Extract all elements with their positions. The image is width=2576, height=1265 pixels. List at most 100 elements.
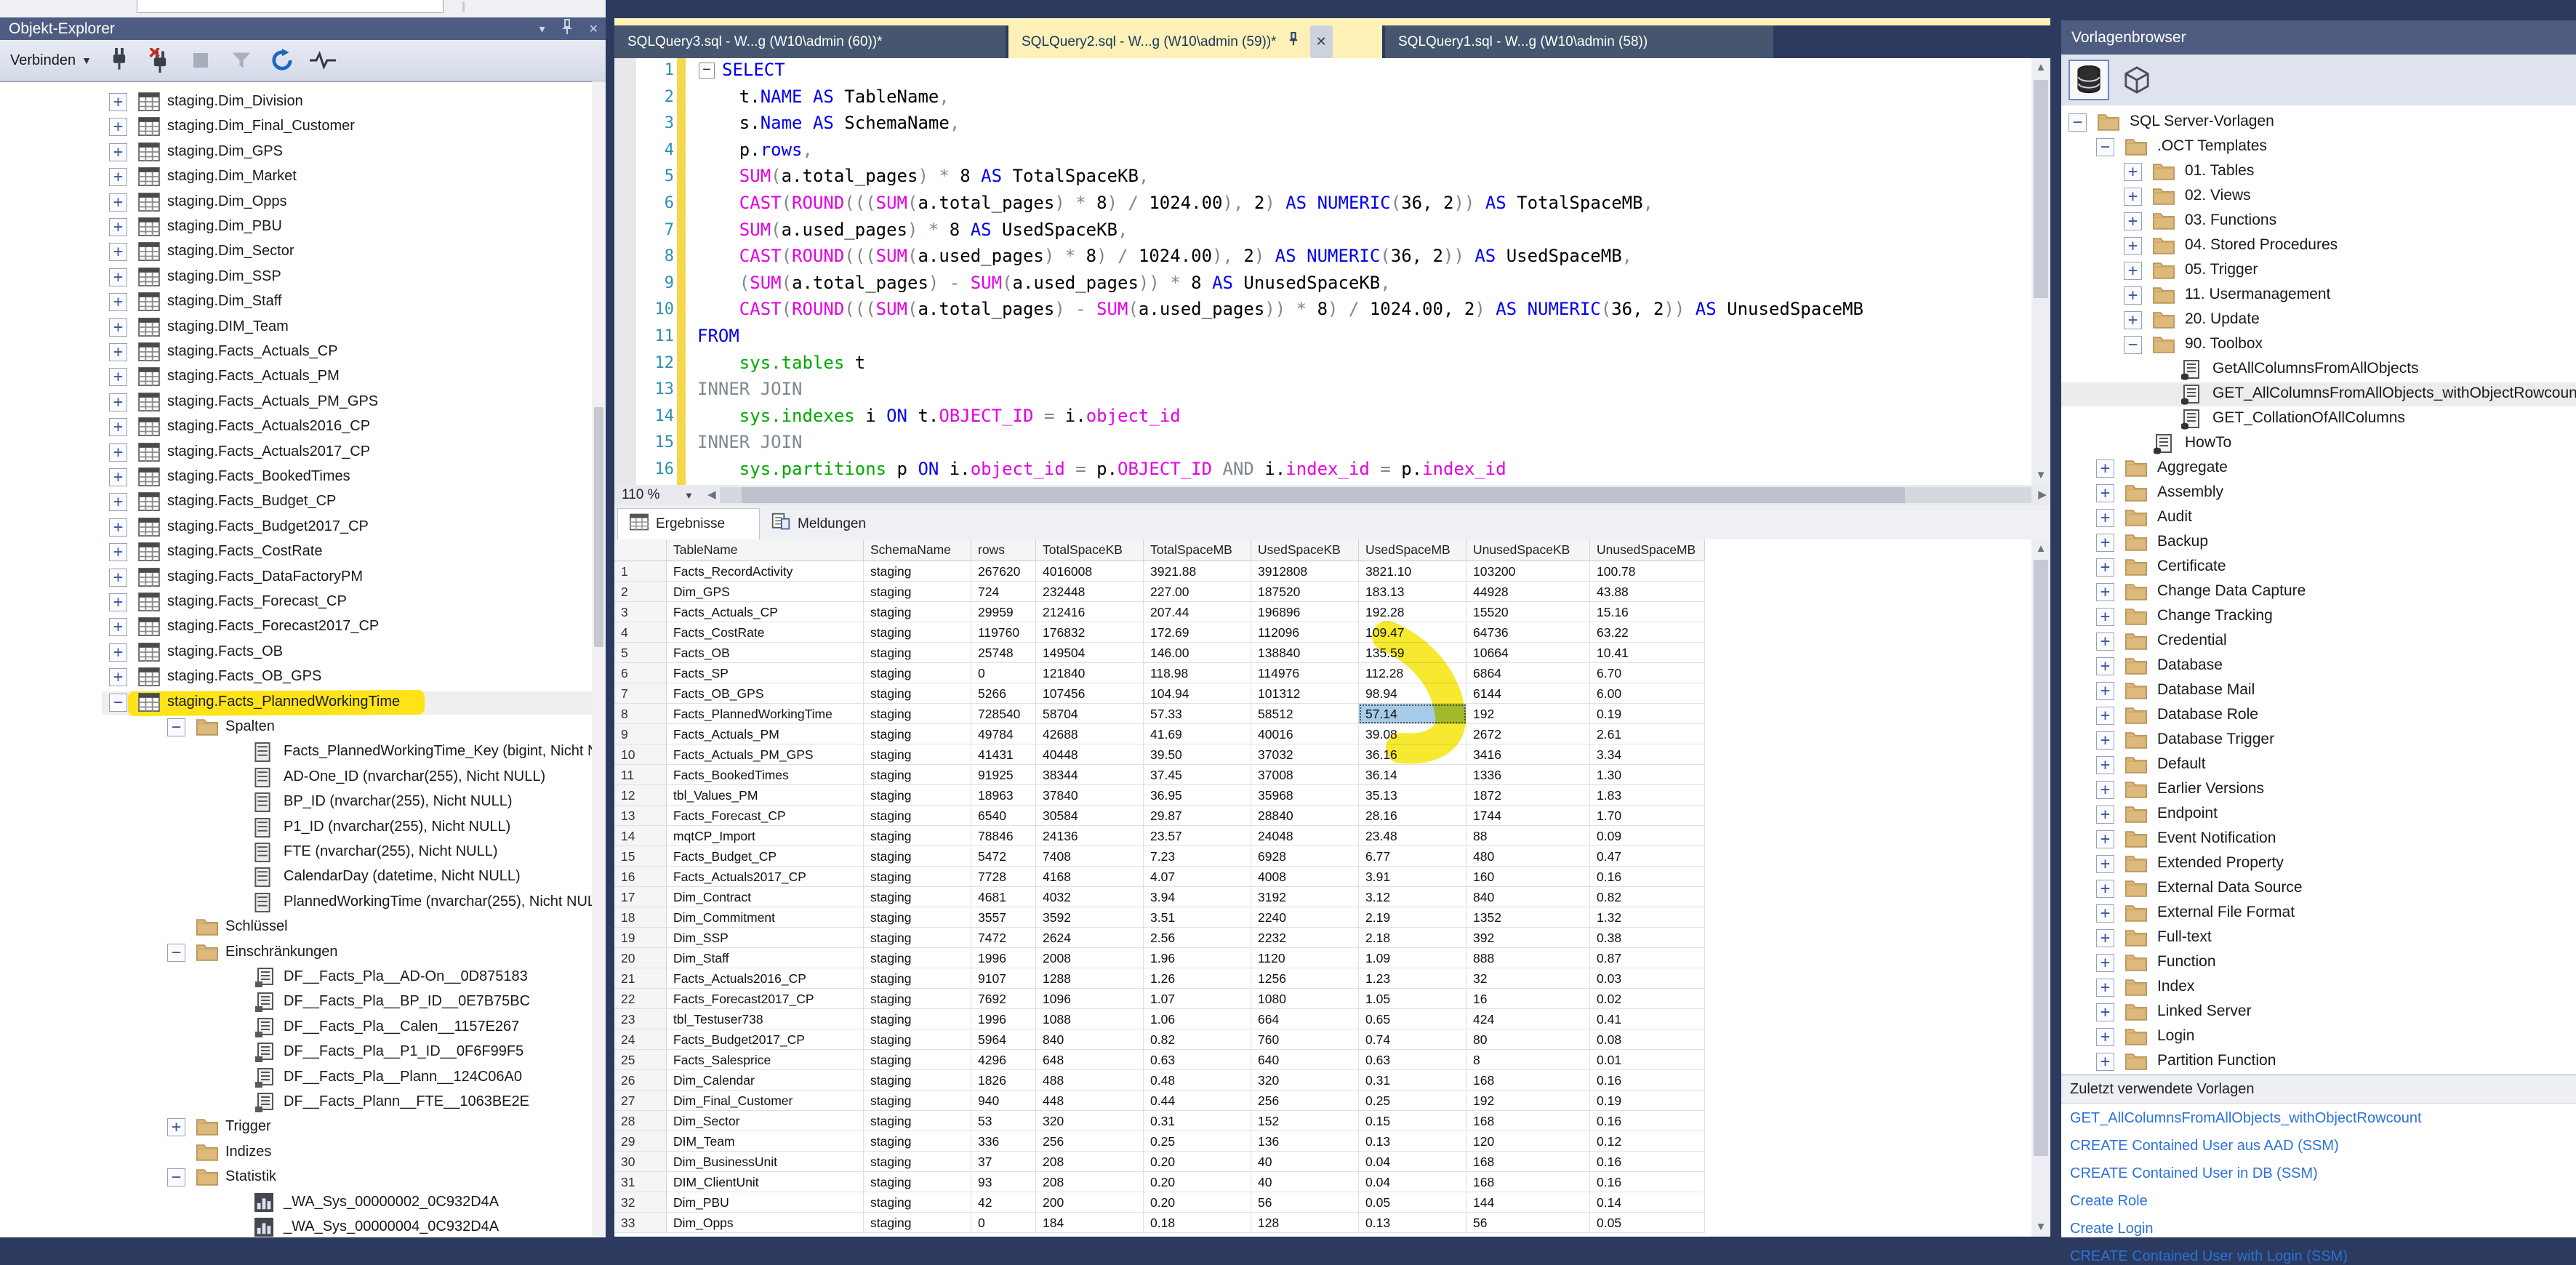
expand-plus-icon[interactable]: +	[167, 1118, 185, 1136]
grid-cell[interactable]: 227.00	[1144, 582, 1251, 602]
grid-cell[interactable]: 0.18	[1144, 1213, 1251, 1233]
grid-cell[interactable]: 10664	[1466, 643, 1590, 663]
grid-cell[interactable]: 44928	[1466, 582, 1590, 602]
grid-cell[interactable]: 1120	[1251, 948, 1359, 968]
grid-row-number[interactable]: 10	[614, 744, 667, 765]
grid-cell[interactable]: 6.00	[1590, 683, 1705, 704]
grid-cell[interactable]: 103200	[1466, 561, 1590, 582]
grid-cell[interactable]: 120	[1466, 1131, 1590, 1152]
tree-item[interactable]: DF__Facts_Plann__FTE__1063BE2E	[0, 1091, 606, 1115]
grid-cell[interactable]: 5964	[971, 1029, 1036, 1050]
tree-item[interactable]: −.OCT Templates	[2061, 136, 2576, 160]
grid-cell[interactable]: 0.09	[1590, 826, 1705, 846]
close-icon[interactable]: ✕	[1310, 25, 1333, 58]
grid-cell[interactable]: 2.19	[1359, 907, 1466, 928]
grid-cell[interactable]: 212416	[1036, 602, 1144, 622]
grid-cell[interactable]: staging	[864, 907, 971, 928]
grid-cell[interactable]: Facts_OB	[667, 643, 864, 663]
expand-plus-icon[interactable]: +	[2096, 682, 2114, 700]
expand-plus-icon[interactable]: +	[2096, 855, 2114, 873]
grid-cell[interactable]: staging	[864, 602, 971, 622]
grid-cell[interactable]: 78846	[971, 826, 1036, 846]
grid-cell[interactable]: 0.87	[1590, 948, 1705, 968]
grid-row-number[interactable]: 29	[614, 1131, 667, 1152]
grid-column-header[interactable]: UnusedSpaceMB	[1590, 539, 1705, 561]
grid-cell[interactable]: 39.08	[1359, 724, 1466, 744]
grid-cell[interactable]: Dim_BusinessUnit	[667, 1152, 864, 1172]
grid-cell[interactable]: 101312	[1251, 683, 1359, 704]
tree-item[interactable]: Facts_PlannedWorkingTime_Key (bigint, Ni…	[0, 741, 606, 765]
grid-cell[interactable]: 4168	[1036, 867, 1144, 887]
grid-cell[interactable]: 2008	[1036, 948, 1144, 968]
grid-cell[interactable]: 4008	[1251, 867, 1359, 887]
grid-cell[interactable]: 1352	[1466, 907, 1590, 928]
grid-cell[interactable]: 2.61	[1590, 724, 1705, 744]
grid-cell[interactable]: staging	[864, 561, 971, 582]
grid-cell[interactable]: 0.05	[1359, 1192, 1466, 1213]
expand-plus-icon[interactable]: +	[2096, 558, 2114, 577]
grid-cell[interactable]: 1996	[971, 1009, 1036, 1029]
grid-row-number[interactable]: 26	[614, 1070, 667, 1091]
collapse-minus-icon[interactable]: −	[167, 718, 185, 736]
template-browser-titlebar[interactable]: Vorlagenbrowser	[2061, 20, 2576, 55]
grid-cell[interactable]: 121840	[1036, 663, 1144, 683]
tree-item[interactable]: GET_CollationOfAllColumns	[2061, 408, 2576, 432]
grid-cell[interactable]: 40	[1251, 1172, 1359, 1192]
tree-item[interactable]: +staging.Dim_PBU	[0, 216, 606, 240]
tree-item[interactable]: P1_ID (nvarchar(255), Nicht NULL)	[0, 816, 606, 840]
grid-cell[interactable]: Facts_CostRate	[667, 622, 864, 643]
tree-item[interactable]: +staging.Dim_Sector	[0, 241, 606, 265]
grid-row-number[interactable]: 6	[614, 663, 667, 683]
grid-cell[interactable]: 4681	[971, 887, 1036, 907]
grid-cell[interactable]: staging	[864, 1009, 971, 1029]
grid-cell[interactable]: 16	[1466, 989, 1590, 1009]
grid-column-header[interactable]: TotalSpaceKB	[1036, 539, 1144, 561]
grid-cell[interactable]: 3.34	[1590, 744, 1705, 765]
tree-item[interactable]: +Aggregate	[2061, 457, 2576, 481]
expand-plus-icon[interactable]: +	[2096, 707, 2114, 725]
grid-cell[interactable]: 6.77	[1359, 846, 1466, 867]
grid-cell[interactable]: 138840	[1251, 643, 1359, 663]
expand-plus-icon[interactable]: +	[2096, 756, 2114, 774]
object-explorer-scrollbar-thumb[interactable]	[594, 407, 603, 647]
recent-template-link[interactable]: CREATE Contained User with Login (SSM)	[2070, 1248, 2348, 1265]
grid-cell[interactable]: Facts_Forecast_CP	[667, 806, 864, 826]
grid-cell[interactable]: 0.16	[1590, 1152, 1705, 1172]
grid-cell[interactable]: 28840	[1251, 806, 1359, 826]
grid-cell[interactable]: 1.70	[1590, 806, 1705, 826]
grid-column-header[interactable]: UsedSpaceKB	[1251, 539, 1359, 561]
grid-cell[interactable]: 0.16	[1590, 1070, 1705, 1091]
activity-monitor-icon[interactable]	[310, 47, 336, 73]
grid-cell[interactable]: 10.41	[1590, 643, 1705, 663]
recent-template-link[interactable]: CREATE Contained User in DB (SSM)	[2070, 1165, 2318, 1182]
expand-plus-icon[interactable]: +	[109, 193, 127, 212]
tree-item[interactable]: DF__Facts_Pla__Calen__1157E267	[0, 1016, 606, 1040]
grid-cell[interactable]: 0.16	[1590, 867, 1705, 887]
tree-item[interactable]: +staging.Facts_OB_GPS	[0, 666, 606, 690]
grid-cell[interactable]: 39.50	[1144, 744, 1251, 765]
grid-cell[interactable]: 57.14	[1359, 704, 1466, 724]
expand-plus-icon[interactable]: +	[2096, 904, 2114, 923]
grid-cell[interactable]: 6144	[1466, 683, 1590, 704]
connect-button[interactable]: Verbinden ▼	[10, 52, 92, 69]
tree-item[interactable]: Schlüssel	[0, 916, 606, 940]
grid-cell[interactable]: 0.04	[1359, 1152, 1466, 1172]
grid-cell[interactable]: Dim_Sector	[667, 1111, 864, 1131]
expand-plus-icon[interactable]: +	[109, 593, 127, 611]
grid-cell[interactable]: 42	[971, 1192, 1036, 1213]
editor-scrollbar-thumb[interactable]	[2034, 80, 2048, 298]
grid-row-number[interactable]: 16	[614, 867, 667, 887]
grid-cell[interactable]: 207.44	[1144, 602, 1251, 622]
expand-plus-icon[interactable]: +	[2124, 237, 2142, 255]
grid-cell[interactable]: 1996	[971, 948, 1036, 968]
grid-cell[interactable]: 480	[1466, 846, 1590, 867]
grid-row-number[interactable]: 4	[614, 622, 667, 643]
tree-item[interactable]: +Database Trigger	[2061, 729, 2576, 753]
grid-cell[interactable]: 40	[1251, 1152, 1359, 1172]
tree-item[interactable]: +staging.Dim_Division	[0, 91, 606, 115]
tree-item[interactable]: +Index	[2061, 976, 2576, 1000]
object-explorer-scrollbar[interactable]	[592, 81, 606, 1237]
grid-cell[interactable]: 32	[1466, 968, 1590, 989]
grid-cell[interactable]: 0.02	[1590, 989, 1705, 1009]
expand-plus-icon[interactable]: +	[2096, 1053, 2114, 1071]
